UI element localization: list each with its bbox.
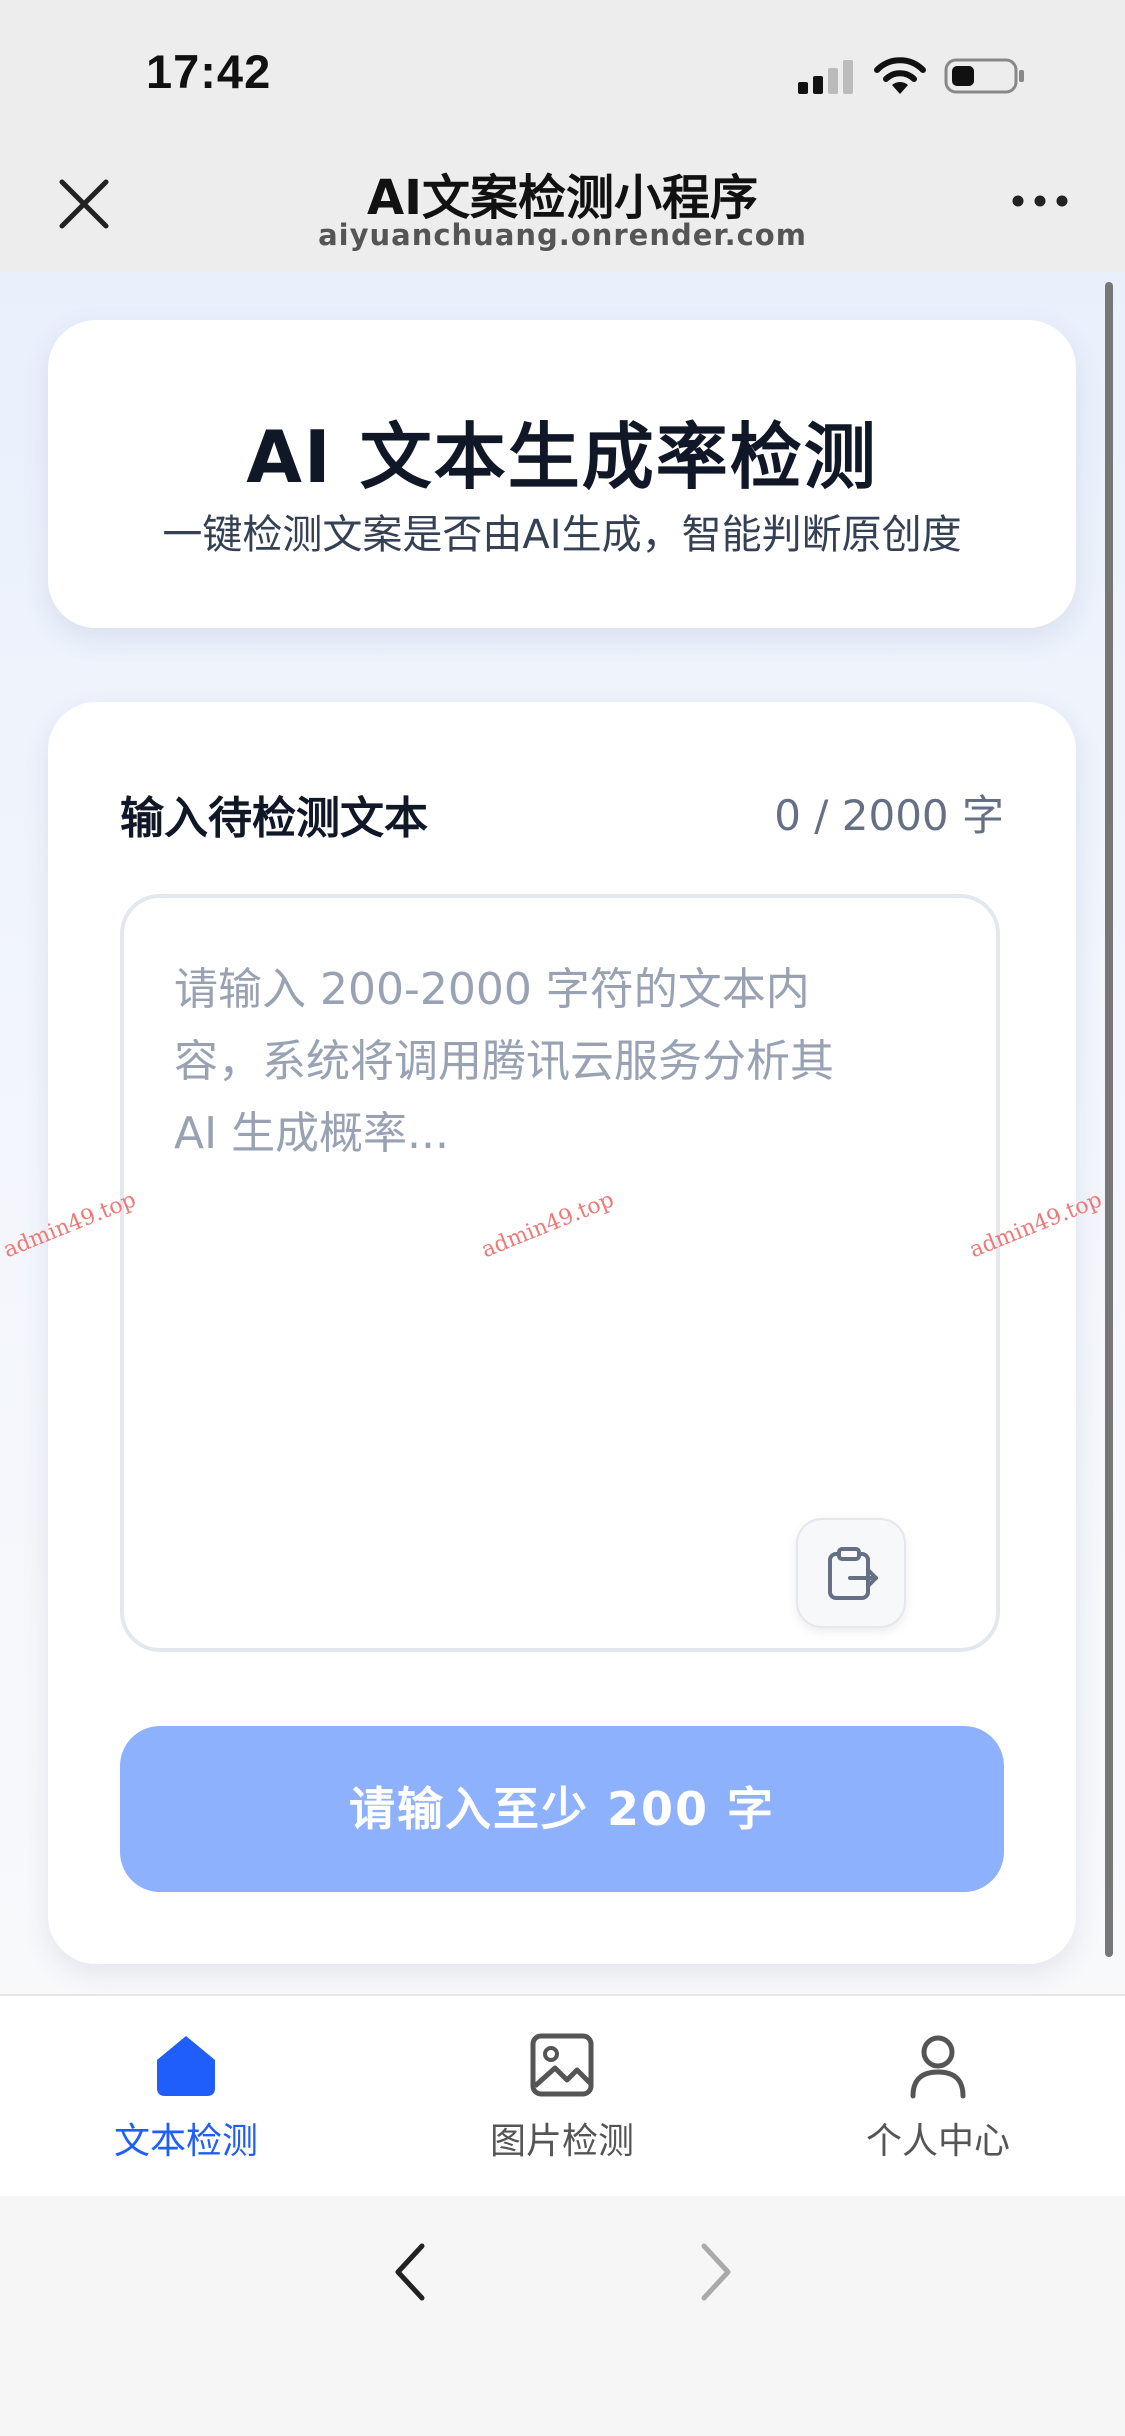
submit-button[interactable]: 请输入至少 200 字 (120, 1726, 1004, 1892)
tab-label: 个人中心 (865, 2121, 1010, 2162)
forward-arrow-icon[interactable] (696, 2240, 736, 2304)
header-card: AI 文本生成率检测 一键检测文案是否由AI生成，智能判断原创度 (48, 320, 1076, 628)
tab-image-detect[interactable]: 图片检测 (412, 2022, 712, 2182)
image-icon (530, 2033, 594, 2097)
input-label: 输入待检测文本 (120, 793, 428, 844)
page-title: AI 文本生成率检测 (246, 415, 878, 499)
user-icon (910, 2035, 966, 2099)
char-counter: 0 / 2000 字 (774, 791, 1004, 840)
input-card: 输入待检测文本 0 / 2000 字 请输入 200-2000 字符的文本内容，… (48, 702, 1076, 1964)
more-options-icon[interactable] (1010, 186, 1070, 216)
battery-icon (944, 58, 1024, 94)
tab-text-detect[interactable]: 文本检测 (36, 2022, 336, 2182)
nav-subtitle: aiyuanchuang.onrender.com (318, 218, 807, 252)
scrollbar[interactable] (1105, 282, 1113, 1957)
tab-bar: 文本检测 图片检测 个人中心 (0, 1994, 1125, 2196)
cellular-signal-icon (798, 60, 853, 94)
wifi-icon (874, 57, 926, 94)
tab-label: 文本检测 (113, 2121, 258, 2162)
page-subtitle: 一键检测文案是否由AI生成，智能判断原创度 (162, 512, 962, 558)
text-input-placeholder: 请输入 200-2000 字符的文本内容，系统将调用腾讯云服务分析其 AI 生成… (174, 964, 834, 1159)
browser-bottom-bar (0, 2196, 1125, 2436)
clipboard-paste-icon (828, 1547, 878, 1600)
back-arrow-icon[interactable] (390, 2240, 430, 2304)
status-time: 17:42 (146, 45, 272, 98)
tab-profile[interactable]: 个人中心 (788, 2022, 1088, 2182)
paste-button[interactable] (796, 1518, 906, 1628)
tab-label: 图片检测 (489, 2121, 634, 2162)
home-icon (157, 2036, 215, 2096)
